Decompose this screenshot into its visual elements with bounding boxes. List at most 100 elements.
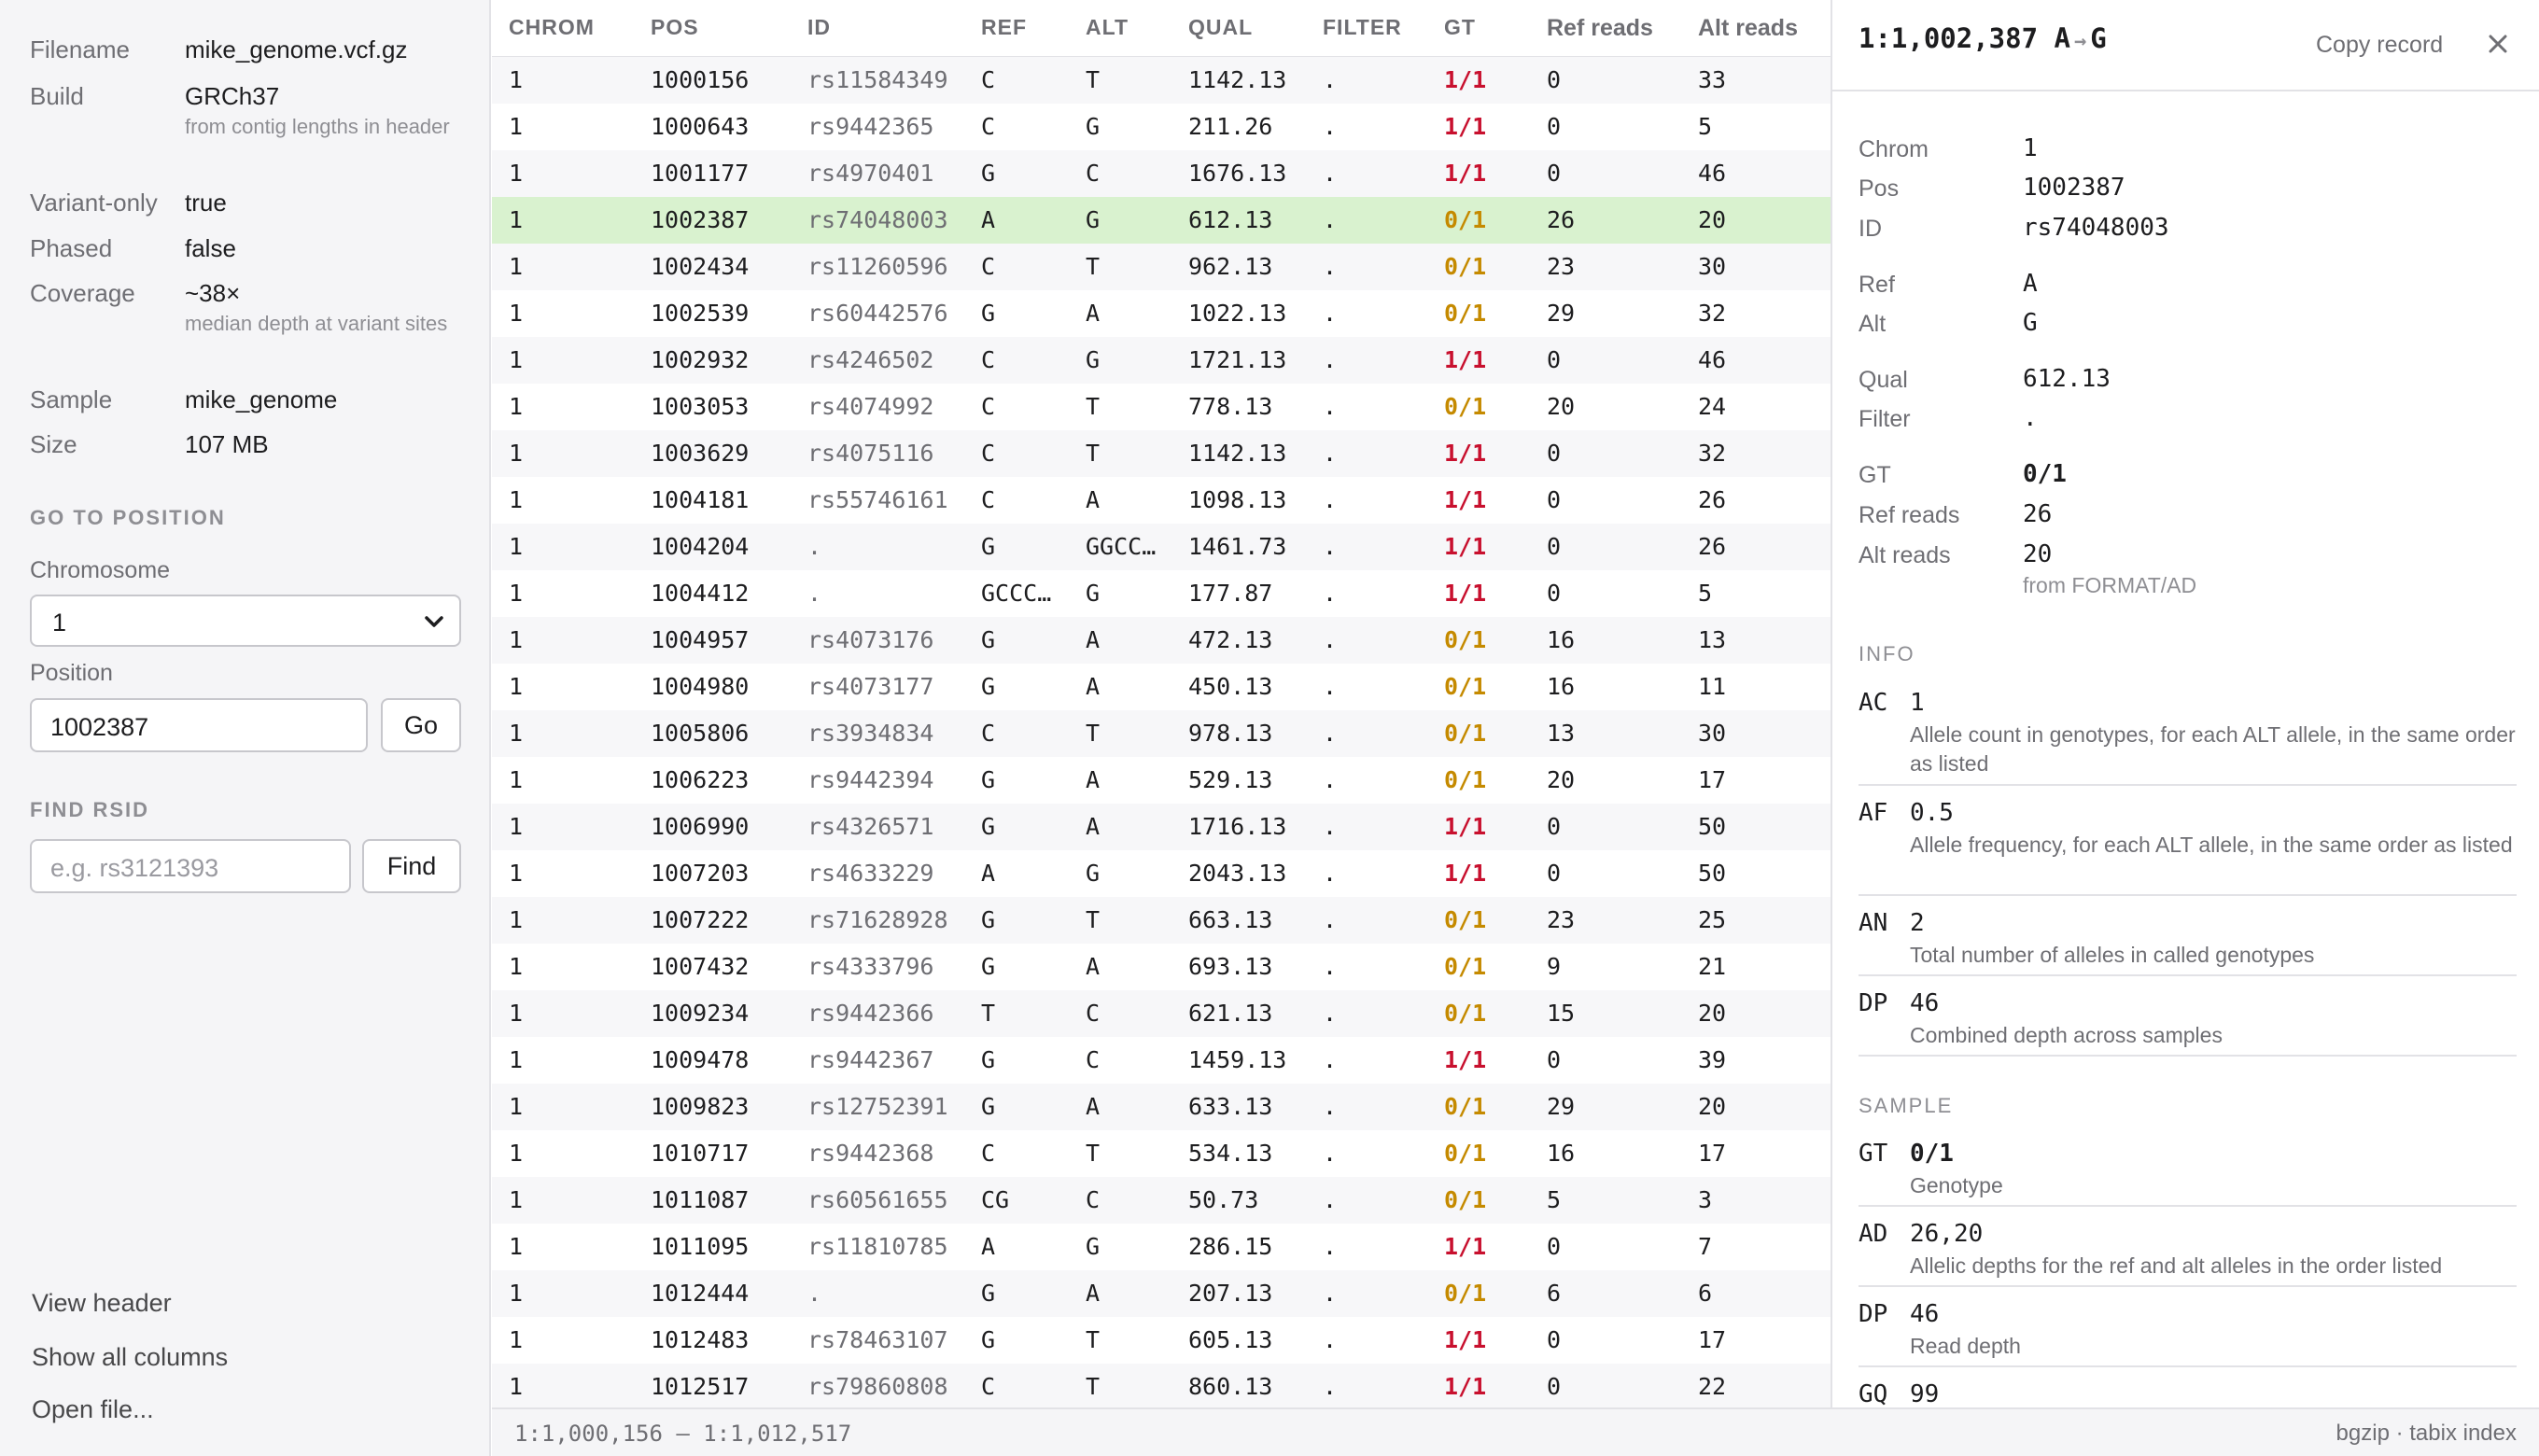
cell-alt: A — [1086, 486, 1101, 513]
cell-ref: CG — [981, 1186, 1010, 1213]
table-row[interactable]: 1 1012444. G A 207.13. 0/1 6 6 — [492, 1270, 1831, 1317]
go-button[interactable]: Go — [381, 698, 461, 752]
cell-id: . — [807, 1280, 822, 1307]
cell-alt: A — [1086, 300, 1101, 327]
table-row[interactable]: 1 1009823 rs12752391 G A 633.13. 0/1 29 20 — [492, 1084, 1831, 1130]
cell-gt: 0/1 — [1444, 253, 1487, 280]
close-icon[interactable] — [2486, 32, 2510, 56]
table-row[interactable]: 1 1006223 rs9442394 G A 529.13. 0/1 20 17 — [492, 757, 1831, 804]
cell-ref: G — [981, 533, 996, 560]
cell-alt: A — [1086, 766, 1101, 793]
cell-ref-reads: 26 — [1547, 206, 1576, 233]
show-all-columns-link[interactable]: Show all columns — [32, 1343, 228, 1372]
table-row[interactable]: 1 1000643 rs9442365 C G 211.26. 1/1 0 5 — [492, 104, 1831, 150]
cell-gt: 1/1 — [1444, 1373, 1487, 1400]
header-col-filter[interactable]: FILTER — [1323, 15, 1402, 40]
cell-ref: C — [981, 440, 996, 467]
table-row[interactable]: 1 1011095 rs11810785 A G 286.15. 1/1 0 7 — [492, 1224, 1831, 1270]
copy-record-button[interactable]: Copy record — [2316, 32, 2443, 59]
cell-qual: 1459.13 — [1188, 1046, 1287, 1073]
header-col-gt[interactable]: GT — [1444, 15, 1476, 40]
cell-ref: A — [981, 206, 996, 233]
table-row[interactable]: 1 1003053 rs4074992 C T 778.13. 0/1 20 24 — [492, 384, 1831, 430]
cell-qual: 1676.13 — [1188, 160, 1287, 187]
table-row[interactable]: 1 1011087 rs60561655 CG C 50.73. 0/1 5 3 — [492, 1177, 1831, 1224]
cell-ref-reads: 0 — [1547, 346, 1562, 373]
coverage-value: ~38× — [185, 279, 241, 307]
info-description: Allele frequency, for each ALT allele, i… — [1910, 833, 2513, 857]
table-row-selected[interactable]: 1 1002387 rs74048003 A G 612.13. 0/1 26 20 — [492, 197, 1831, 244]
cell-id: rs11260596 — [807, 253, 948, 280]
header-col-qual[interactable]: QUAL — [1188, 15, 1253, 40]
cell-ref: G — [981, 953, 996, 980]
cell-chrom: 1 — [509, 1046, 524, 1073]
cell-id: rs4246502 — [807, 346, 934, 373]
alt-value: G — [2023, 309, 2038, 337]
position-label: Position — [30, 660, 113, 686]
position-input[interactable]: 1002387 — [30, 698, 368, 752]
table-row[interactable]: 1 1007432 rs4333796 G A 693.13. 0/1 9 21 — [492, 944, 1831, 990]
table-row[interactable]: 1 1002434 rs11260596 C T 962.13. 0/1 23 30 — [492, 244, 1831, 290]
open-file-link[interactable]: Open file... — [32, 1395, 154, 1424]
rsid-input-placeholder: e.g. rs3121393 — [50, 854, 219, 882]
cell-qual: 177.87 — [1188, 580, 1273, 607]
table-row[interactable]: 1 1003629 rs4075116 C T 1142.13. 1/1 0 32 — [492, 430, 1831, 477]
table-row[interactable]: 1 1005806 rs3934834 C T 978.13. 0/1 13 30 — [492, 710, 1831, 757]
pos-value: 1002387 — [2023, 174, 2125, 202]
table-row[interactable]: 1 1002539 rs60442576 G A 1022.13. 0/1 29 32 — [492, 290, 1831, 337]
cell-alt: T — [1086, 1373, 1101, 1400]
header-col-chrom[interactable]: CHROM — [509, 15, 595, 40]
cell-alt: A — [1086, 1093, 1101, 1120]
header-col-ref[interactable]: REF — [981, 15, 1027, 40]
cell-ref: C — [981, 253, 996, 280]
table-row[interactable]: 1 1010717 rs9442368 C T 534.13. 0/1 16 17 — [492, 1130, 1831, 1177]
cell-qual: 211.26 — [1188, 113, 1273, 140]
table-row[interactable]: 1 1004204. G GGCC… 1461.73. 1/1 0 26 — [492, 524, 1831, 570]
cell-alt-reads: 32 — [1698, 440, 1727, 467]
table-row[interactable]: 1 1004181 rs55746161 C A 1098.13. 1/1 0 26 — [492, 477, 1831, 524]
table-row[interactable]: 1 1012483 rs78463107 G T 605.13. 1/1 0 17 — [492, 1317, 1831, 1364]
cell-ref: G — [981, 1046, 996, 1073]
table-row[interactable]: 1 1007222 rs71628928 G T 663.13. 0/1 23 25 — [492, 897, 1831, 944]
cell-alt-reads: 30 — [1698, 720, 1727, 747]
header-col-alt[interactable]: ALT — [1086, 15, 1129, 40]
cell-filter: . — [1323, 440, 1338, 467]
header-col-id[interactable]: ID — [807, 15, 831, 40]
chromosome-select[interactable]: 1 — [30, 595, 461, 647]
table-row[interactable]: 1 1002932 rs4246502 C G 1721.13. 1/1 0 46 — [492, 337, 1831, 384]
cell-chrom: 1 — [509, 1093, 524, 1120]
cell-qual: 472.13 — [1188, 626, 1273, 653]
cell-gt: 1/1 — [1444, 486, 1487, 513]
view-header-link[interactable]: View header — [32, 1289, 172, 1318]
header-col-ref-reads[interactable]: Ref reads — [1547, 15, 1653, 42]
table-row[interactable]: 1 1009234 rs9442366 T C 621.13. 0/1 15 20 — [492, 990, 1831, 1037]
header-col-pos[interactable]: POS — [651, 15, 699, 40]
table-row[interactable]: 1 1012517 rs79860808 C T 860.13. 1/1 0 22 — [492, 1364, 1831, 1407]
header-col-alt-reads[interactable]: Alt reads — [1698, 15, 1798, 42]
cell-alt-reads: 17 — [1698, 766, 1727, 793]
table-row[interactable]: 1 1006990 rs4326571 G A 1716.13. 1/1 0 50 — [492, 804, 1831, 850]
cell-filter: . — [1323, 1373, 1338, 1400]
cell-chrom: 1 — [509, 113, 524, 140]
sample-value: 0/1 — [1910, 1140, 1954, 1168]
cell-alt-reads: 39 — [1698, 1046, 1727, 1073]
table-row[interactable]: 1 1009478 rs9442367 G C 1459.13. 1/1 0 39 — [492, 1037, 1831, 1084]
table-row[interactable]: 1 1007203 rs4633229 A G 2043.13. 1/1 0 50 — [492, 850, 1831, 897]
cell-id: rs78463107 — [807, 1326, 948, 1353]
cell-gt: 1/1 — [1444, 813, 1487, 840]
table-row[interactable]: 1 1000156 rs11584349 C T 1142.13. 1/1 0 33 — [492, 57, 1831, 104]
cell-ref-reads: 0 — [1547, 533, 1562, 560]
table-row[interactable]: 1 1004412. GCCC… G 177.87. 1/1 0 5 — [492, 570, 1831, 617]
cell-alt: C — [1086, 1000, 1101, 1027]
table-row[interactable]: 1 1001177 rs4970401 G C 1676.13. 1/1 0 46 — [492, 150, 1831, 197]
cell-filter: . — [1323, 1233, 1338, 1260]
table-row[interactable]: 1 1004957 rs4073176 G A 472.13. 0/1 16 13 — [492, 617, 1831, 664]
cell-ref-reads: 0 — [1547, 1046, 1562, 1073]
rsid-input[interactable]: e.g. rs3121393 — [30, 839, 351, 893]
cell-alt-reads: 20 — [1698, 1000, 1727, 1027]
table-row[interactable]: 1 1004980 rs4073177 G A 450.13. 0/1 16 11 — [492, 664, 1831, 710]
find-button[interactable]: Find — [362, 839, 461, 893]
cell-ref-reads: 0 — [1547, 113, 1562, 140]
cell-filter: . — [1323, 206, 1338, 233]
cell-chrom: 1 — [509, 580, 524, 607]
